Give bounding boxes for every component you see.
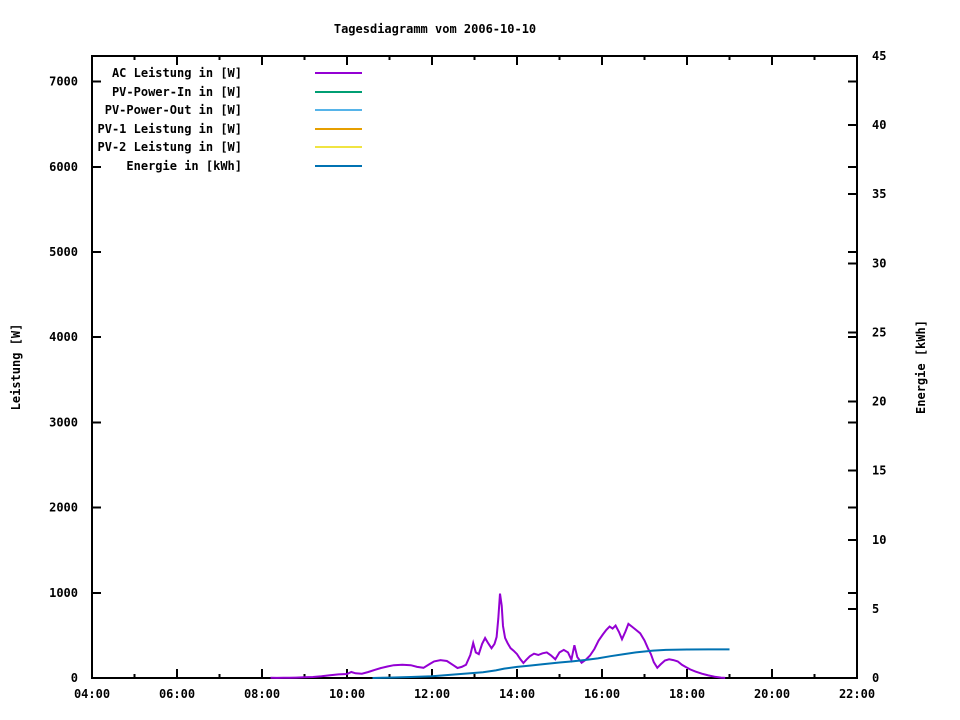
y-right-tick-label: 10 [872,533,886,547]
y-left-tick-label: 6000 [49,160,78,174]
legend-line-sample [315,109,362,112]
x-tick-label: 14:00 [499,687,535,701]
legend-item-label: PV-2 Leistung in [W] [97,140,243,155]
y-left-tick-label: 3000 [49,415,78,429]
legend-item-label: PV-1 Leistung in [W] [97,121,243,136]
y-right-tick-label: 35 [872,187,886,201]
legend-item-label: PV-Power-Out in [W] [104,103,242,118]
y-right-tick-label: 30 [872,256,886,270]
chart-canvas: Tagesdiagramm vom 2006-10-10 Leistung [W… [0,0,960,720]
legend-item: PV-Power-Out in [W] [82,101,362,120]
y-left-tick-label: 0 [71,671,78,685]
legend-item: Energie in [kWh] [82,157,362,176]
legend-line-sample [315,164,362,167]
y-right-tick-label: 0 [872,671,879,685]
x-tick-label: 10:00 [329,687,365,701]
legend-item: AC Leistung in [W] [82,64,362,83]
legend-line-sample [315,90,362,93]
y-left-tick-label: 4000 [49,330,78,344]
y-left-tick-label: 1000 [49,586,78,600]
series-line-energie-in-kwh [372,648,730,679]
y-right-tick-label: 20 [872,395,886,409]
y-right-tick-label: 40 [872,118,886,132]
y-right-tick-label: 45 [872,49,886,63]
x-tick-label: 08:00 [244,687,280,701]
x-tick-label: 16:00 [584,687,620,701]
legend-item: PV-2 Leistung in [W] [82,138,362,157]
x-tick-label: 20:00 [754,687,790,701]
y-right-tick-label: 15 [872,464,886,478]
y-left-tick-label: 7000 [49,75,78,89]
x-tick-label: 06:00 [159,687,195,701]
legend-line-sample [315,146,362,149]
legend: AC Leistung in [W] PV-Power-In in [W] PV… [82,64,362,175]
legend-item-label: PV-Power-In in [W] [111,84,242,99]
legend-item: PV-1 Leistung in [W] [82,120,362,139]
x-tick-label: 04:00 [74,687,110,701]
y-left-tick-label: 2000 [49,501,78,515]
series-line-ac-leistung-in-w [270,593,726,679]
legend-item-label: AC Leistung in [W] [111,66,242,81]
legend-line-sample [315,72,362,75]
y-left-tick-label: 5000 [49,245,78,259]
y-right-tick-label: 5 [872,602,879,616]
legend-item-label: Energie in [kWh] [126,158,242,173]
x-tick-label: 18:00 [669,687,705,701]
y-right-tick-label: 25 [872,325,886,339]
legend-item: PV-Power-In in [W] [82,83,362,102]
legend-line-sample [315,127,362,130]
x-tick-label: 12:00 [414,687,450,701]
x-tick-label: 22:00 [839,687,875,701]
